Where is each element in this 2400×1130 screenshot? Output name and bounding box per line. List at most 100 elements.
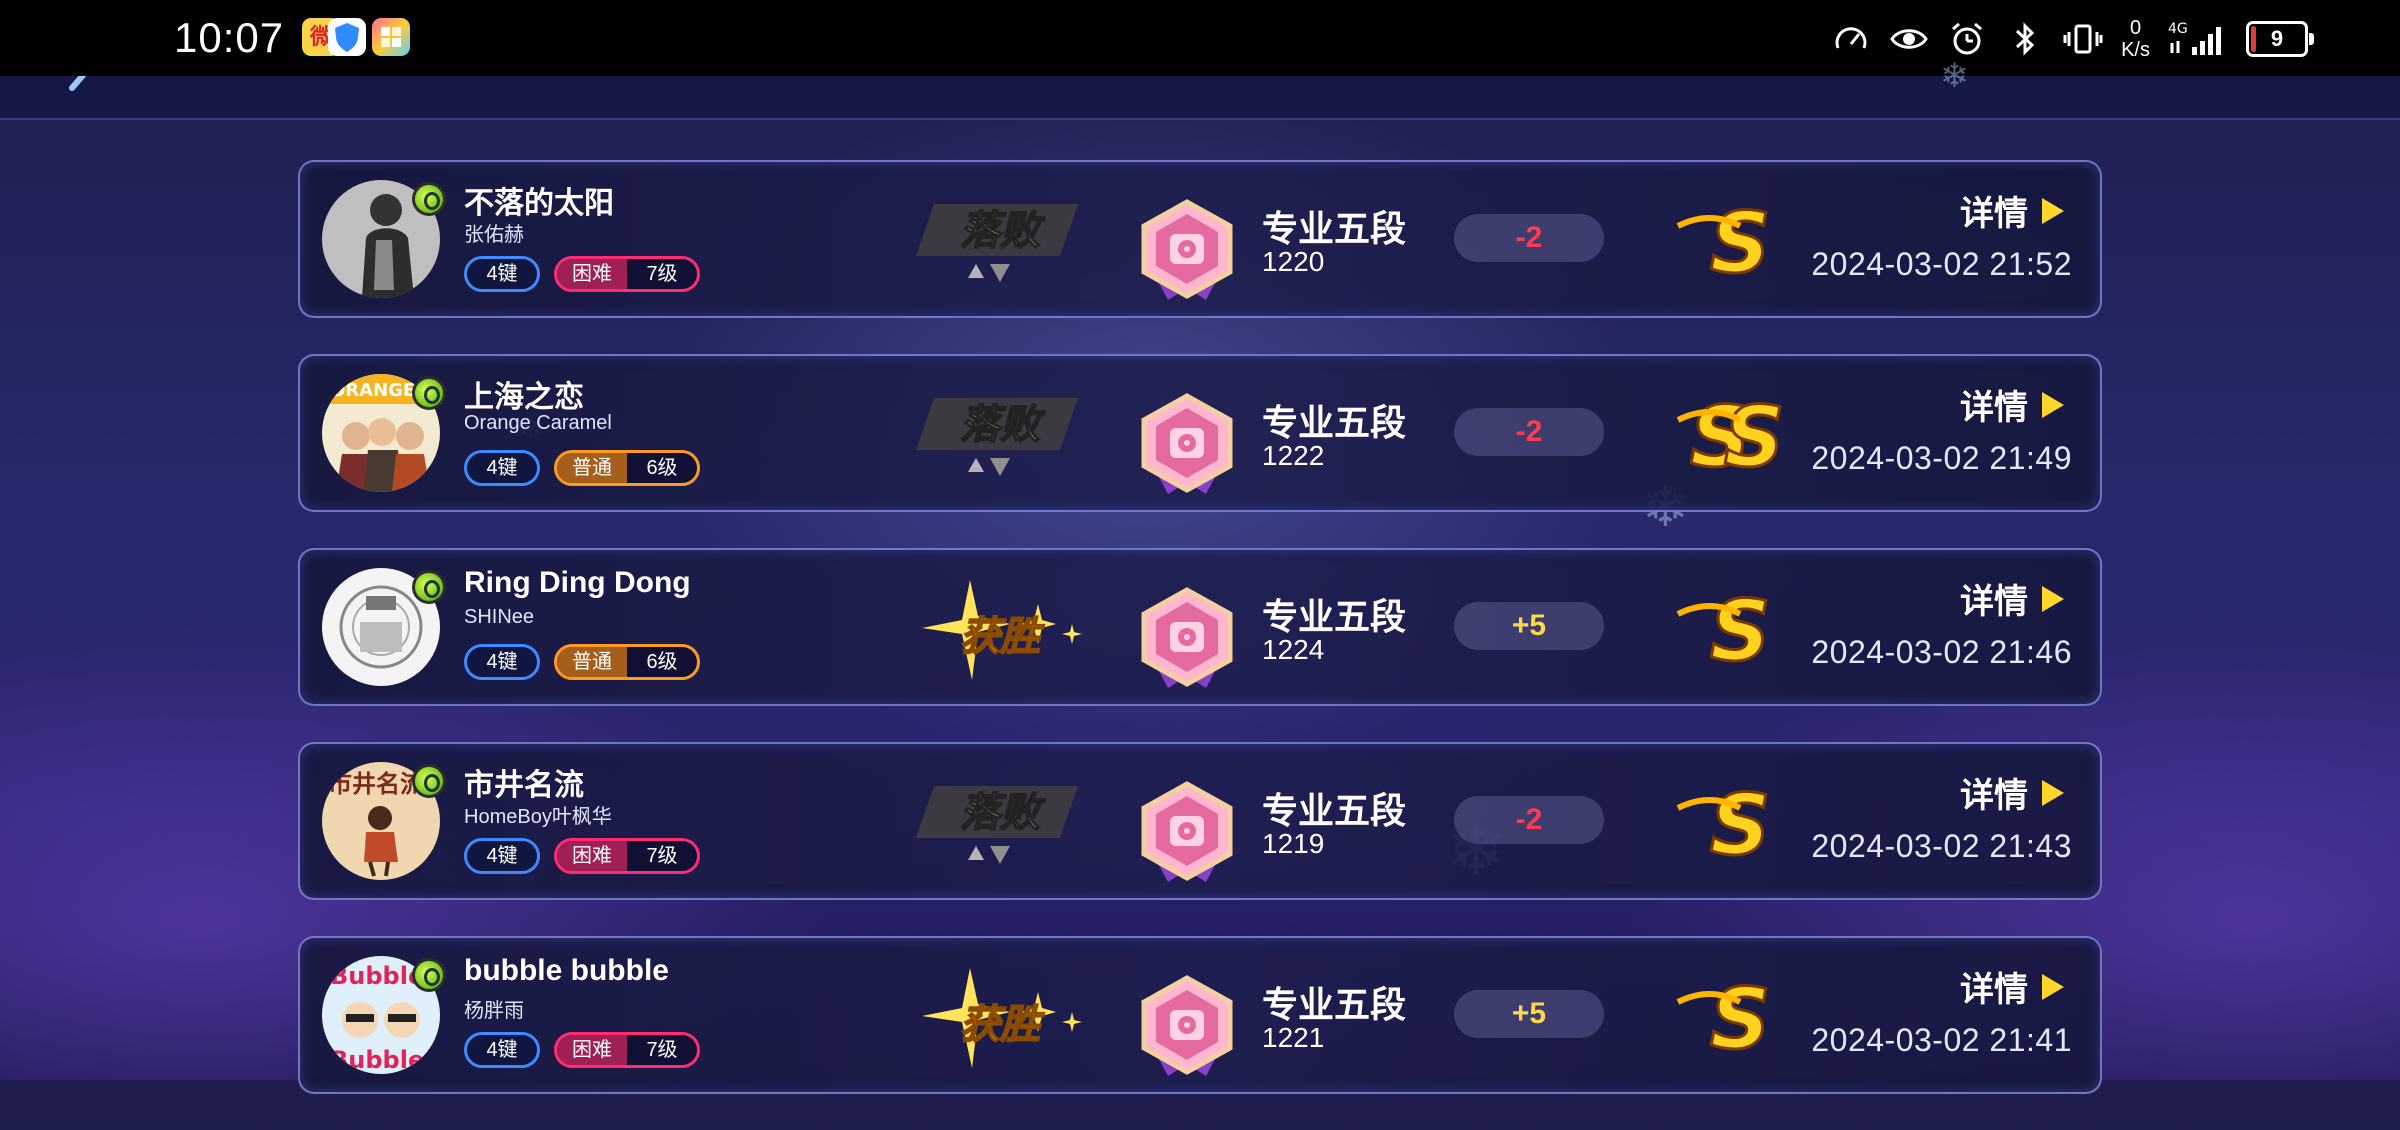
battle-record-row[interactable]: ORANGE 上海之恋 Orange Caramel 4键 普通 6级 落败 专… <box>298 354 2102 512</box>
record-date: 2024-03-02 21:43 <box>1811 828 2072 864</box>
rank-badge-icon <box>1132 974 1242 1082</box>
battle-record-row[interactable]: Bubble Bubble bubble bubble 杨胖雨 4键 困难 7级 … <box>298 936 2102 1094</box>
speedometer-icon <box>1831 19 1871 59</box>
song-artist: Orange Caramel <box>464 412 612 434</box>
grade-badge: S <box>1670 969 1800 1070</box>
grade-badge: S <box>1670 193 1800 294</box>
result-badge: 落败 <box>900 774 1100 874</box>
svg-text:ORANGE: ORANGE <box>330 380 415 401</box>
song-artist: 杨胖雨 <box>464 1000 524 1022</box>
status-icons: 0 K/s 4G 9 <box>1831 14 2314 64</box>
detail-label: 详情 <box>1960 777 2028 815</box>
vibrate-icon <box>2063 19 2103 59</box>
bluetooth-icon <box>2005 19 2045 59</box>
svg-text:4G: 4G <box>2168 21 2188 37</box>
play-arrow-icon <box>2042 585 2064 612</box>
battle-record-row[interactable]: 不落的太阳 张佑赫 4键 困难 7级 落败 专业五段 1220 -2 S 详情 … <box>298 160 2102 318</box>
medal-icon <box>412 570 446 604</box>
tiles-app-icon <box>372 18 410 56</box>
song-title: 市井名流 <box>464 769 584 802</box>
battle-record-row[interactable]: Ring Ding Dong SHINee 4键 普通 6级 获胜 专业五段 1… <box>298 548 2102 706</box>
key-mode-tag: 4键 <box>464 644 540 680</box>
difficulty-level: 7级 <box>646 263 678 285</box>
rank-name: 专业五段 <box>1262 596 1407 637</box>
detail-button[interactable]: 详情 <box>1960 186 2064 235</box>
song-artist: SHINee <box>464 606 535 628</box>
svg-text:落败: 落败 <box>960 790 1046 836</box>
rank-badge-icon <box>1132 392 1242 500</box>
rank-score: 1222 <box>1262 440 1325 471</box>
medal-icon <box>412 182 446 216</box>
battery-level-fill <box>2251 26 2257 52</box>
detail-button[interactable]: 详情 <box>1960 962 2064 1011</box>
song-title: 不落的太阳 <box>464 187 614 220</box>
difficulty-tag: 困难 7级 <box>554 1032 700 1068</box>
difficulty-name: 困难 <box>557 841 627 871</box>
chevron-left-icon <box>69 71 87 91</box>
record-date: 2024-03-02 21:52 <box>1811 246 2072 282</box>
svg-text:市井名流: 市井名流 <box>328 770 424 798</box>
song-artist: HomeBoy叶枫华 <box>464 806 612 828</box>
play-arrow-icon <box>2042 973 2064 1000</box>
battery-level: 9 <box>2270 26 2284 51</box>
rank-score: 1224 <box>1262 634 1325 665</box>
page-header <box>0 71 2400 120</box>
eye-icon <box>1889 19 1929 59</box>
detail-label: 详情 <box>1960 583 2028 621</box>
signal-icon: 4G <box>2168 19 2228 59</box>
detail-button[interactable]: 详情 <box>1960 380 2064 429</box>
song-title: bubble bubble <box>464 954 669 987</box>
result-badge: 落败 <box>900 386 1100 486</box>
rank-name: 专业五段 <box>1262 208 1407 249</box>
network-speed-unit: K/s <box>2121 39 2150 61</box>
svg-text:获胜: 获胜 <box>960 614 1045 660</box>
svg-text:S: S <box>1710 588 1771 670</box>
score-change: -2 <box>1454 408 1604 456</box>
grade-badge: S <box>1670 581 1800 682</box>
play-arrow-icon <box>2042 779 2064 806</box>
shield-app-icon <box>328 18 366 56</box>
detail-label: 详情 <box>1960 389 2028 427</box>
back-button[interactable] <box>56 71 96 112</box>
result-badge: 落败 <box>900 192 1100 292</box>
key-mode-tag: 4键 <box>464 838 540 874</box>
rank-badge-icon <box>1132 198 1242 306</box>
svg-text:S: S <box>1724 394 1785 476</box>
score-change: +5 <box>1454 602 1604 650</box>
rank-score: 1219 <box>1262 828 1325 859</box>
difficulty-tag: 困难 7级 <box>554 838 700 874</box>
network-speed-value: 0 <box>2129 17 2142 39</box>
difficulty-level: 6级 <box>646 651 678 673</box>
key-mode-tag: 4键 <box>464 450 540 486</box>
difficulty-level: 7级 <box>646 1039 678 1061</box>
rank-name: 专业五段 <box>1262 402 1407 443</box>
alarm-icon <box>1947 19 1987 59</box>
record-date: 2024-03-02 21:41 <box>1811 1022 2072 1058</box>
snowflake-icon: ❄ <box>1940 57 1969 95</box>
medal-icon <box>412 376 446 410</box>
record-date: 2024-03-02 21:46 <box>1811 634 2072 670</box>
score-change: -2 <box>1454 796 1604 844</box>
result-badge: 获胜 <box>900 968 1100 1068</box>
status-time: 10:07 <box>174 14 285 61</box>
difficulty-name: 普通 <box>557 453 627 483</box>
score-change: +5 <box>1454 990 1604 1038</box>
grade-badge: SS <box>1670 387 1800 488</box>
detail-button[interactable]: 详情 <box>1960 574 2064 623</box>
rank-badge-icon <box>1132 586 1242 694</box>
result-badge: 获胜 <box>900 580 1100 680</box>
difficulty-tag: 普通 6级 <box>554 644 700 680</box>
rank-badge-icon <box>1132 780 1242 888</box>
rank-name: 专业五段 <box>1262 790 1407 831</box>
record-date: 2024-03-02 21:49 <box>1811 440 2072 476</box>
medal-icon <box>412 958 446 992</box>
difficulty-level: 6级 <box>646 457 678 479</box>
battle-record-row[interactable]: 市井名流 市井名流 HomeBoy叶枫华 4键 困难 7级 落败 专业五段 12… <box>298 742 2102 900</box>
rank-score: 1221 <box>1262 1022 1325 1053</box>
detail-button[interactable]: 详情 <box>1960 768 2064 817</box>
key-mode-tag: 4键 <box>464 1032 540 1068</box>
svg-text:Bubble: Bubble <box>330 962 424 990</box>
svg-text:落败: 落败 <box>960 208 1046 254</box>
svg-text:S: S <box>1710 200 1771 282</box>
medal-icon <box>412 764 446 798</box>
